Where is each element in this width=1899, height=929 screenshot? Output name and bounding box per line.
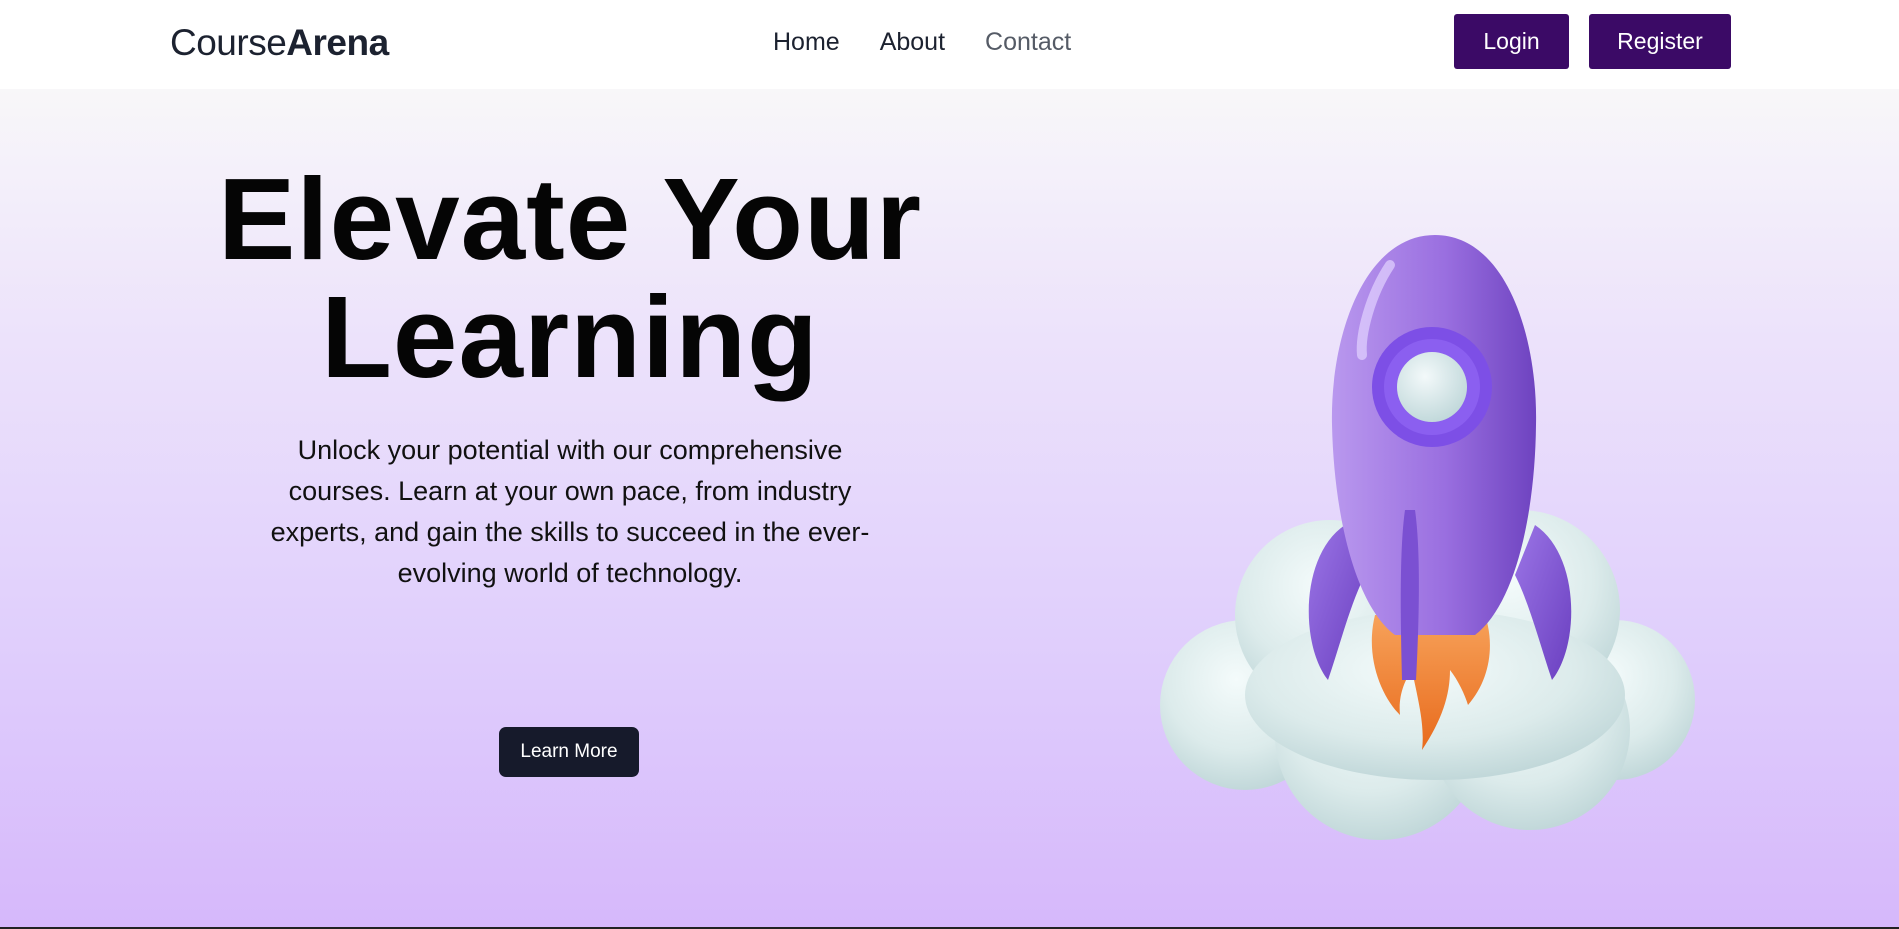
register-button[interactable]: Register [1589, 14, 1731, 69]
top-navbar: CourseArena Home About Contact Login Reg… [0, 0, 1899, 89]
brand-logo[interactable]: CourseArena [170, 22, 389, 64]
rocket-launch-cloud-icon [1150, 225, 1710, 845]
login-button[interactable]: Login [1454, 14, 1569, 69]
main-nav: Home About Contact [773, 28, 1071, 57]
hero-title-line2: Learning [321, 272, 819, 402]
learn-more-button[interactable]: Learn More [499, 727, 639, 777]
nav-link-about[interactable]: About [880, 28, 945, 57]
nav-link-contact[interactable]: Contact [985, 28, 1071, 57]
hero-text-block: Elevate Your Learning Unlock your potent… [200, 160, 940, 594]
hero-title: Elevate Your Learning [200, 160, 940, 396]
hero-title-line1: Elevate Your [217, 154, 923, 284]
rocket-window-icon [1372, 327, 1492, 447]
brand-name-part1: Course [170, 22, 287, 63]
nav-link-home[interactable]: Home [773, 28, 840, 57]
brand-name-part2: Arena [286, 22, 389, 63]
hero-description: Unlock your potential with our comprehen… [270, 435, 870, 588]
